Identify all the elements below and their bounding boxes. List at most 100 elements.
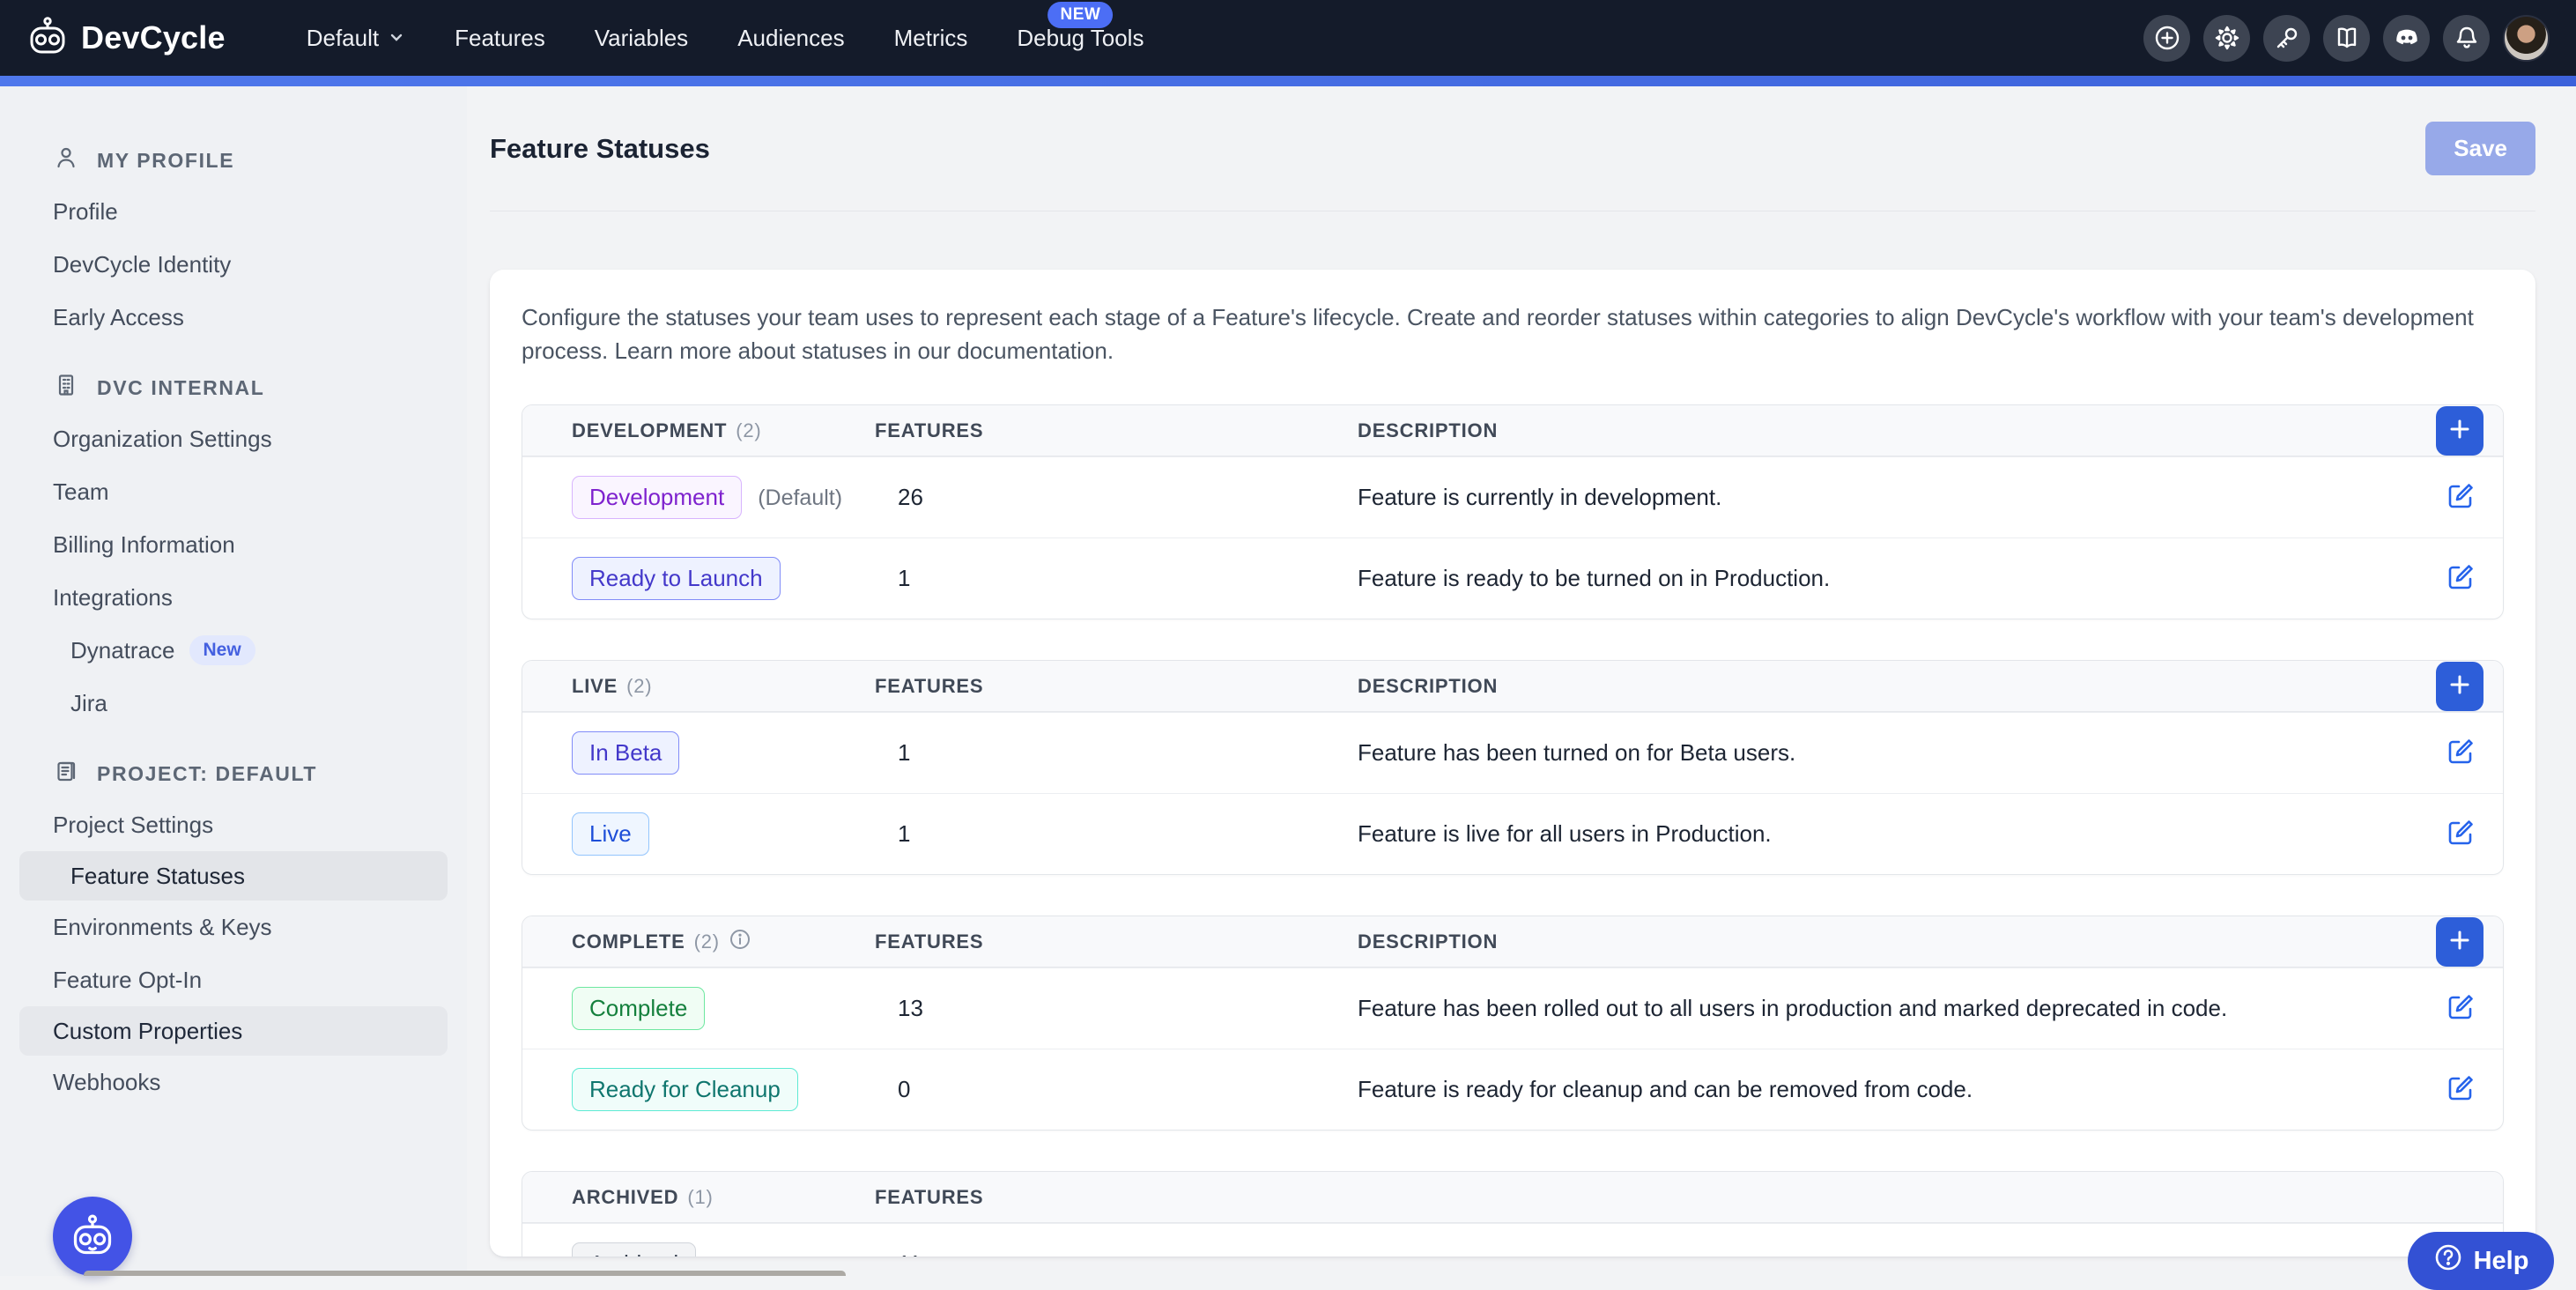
status-badge: In Beta xyxy=(572,731,679,775)
discord-icon xyxy=(2392,23,2422,53)
sidebar-item-dynatrace[interactable]: Dynatrace New xyxy=(0,624,467,677)
sidebar-section-my-profile: MY PROFILE xyxy=(0,136,467,185)
clipboard-icon xyxy=(53,758,79,790)
sidebar-item-integrations[interactable]: Integrations xyxy=(0,571,467,624)
create-button[interactable] xyxy=(2143,15,2190,62)
edit-pencil-icon xyxy=(2443,734,2478,772)
edit-status-button[interactable] xyxy=(2438,1065,2483,1114)
top-navbar: DevCycle Default Features Variables Audi… xyxy=(0,0,2576,76)
status-description: Feature is live for all users in Product… xyxy=(1358,820,2378,848)
nav-item-variables[interactable]: Variables xyxy=(570,0,713,76)
section-title: ARCHIVED(1) xyxy=(572,1186,875,1209)
status-description: Feature has been turned on for Beta user… xyxy=(1358,739,2378,767)
sidebar-item-early-access[interactable]: Early Access xyxy=(0,291,467,344)
notifications-button[interactable] xyxy=(2443,15,2490,62)
section-title: COMPLETE(2) xyxy=(572,928,875,956)
accent-strip xyxy=(0,76,2576,86)
main-content: Feature Statuses Save Configure the stat… xyxy=(467,86,2576,1276)
sidebar-item-feature-opt-in[interactable]: Feature Opt-In xyxy=(0,953,467,1006)
sidebar-section-dvc-internal: DVC INTERNAL xyxy=(0,363,467,412)
feature-count: 13 xyxy=(875,995,1358,1022)
sidebar-item-feature-statuses[interactable]: Feature Statuses xyxy=(19,851,448,901)
navbar-actions xyxy=(2143,15,2550,62)
devcycle-assistant-button[interactable] xyxy=(53,1197,132,1276)
add-status-button[interactable] xyxy=(2436,662,2483,711)
sidebar-item-environments-keys[interactable]: Environments & Keys xyxy=(0,901,467,953)
feature-count: 1 xyxy=(875,739,1358,767)
gear-icon xyxy=(2213,24,2241,52)
sidebar-item-devcycle-identity[interactable]: DevCycle Identity xyxy=(0,238,467,291)
status-badge: Live xyxy=(572,812,649,856)
plus-circle-icon xyxy=(2153,24,2181,52)
status-row: Archived 11 xyxy=(522,1223,2503,1257)
docs-book-icon xyxy=(2333,24,2361,52)
logo-text: DevCycle xyxy=(81,19,226,56)
edit-status-button[interactable] xyxy=(2438,473,2483,522)
devcycle-logo[interactable]: DevCycle xyxy=(26,15,226,62)
feature-count: 1 xyxy=(875,565,1358,592)
help-button[interactable]: Help xyxy=(2408,1232,2554,1290)
plus-icon xyxy=(2447,928,2472,955)
edit-pencil-icon xyxy=(2443,478,2478,516)
info-icon[interactable] xyxy=(729,928,751,956)
sidebar-item-profile[interactable]: Profile xyxy=(0,185,467,238)
edit-status-button[interactable] xyxy=(2438,729,2483,777)
edit-status-button[interactable] xyxy=(2438,554,2483,603)
edit-pencil-icon xyxy=(2443,560,2478,597)
status-section-complete: COMPLETE(2) FEATURES DESCRIPTION Complet… xyxy=(522,916,2504,1131)
devcycle-robot-icon xyxy=(70,1212,115,1261)
sidebar-item-billing-information[interactable]: Billing Information xyxy=(0,518,467,571)
sidebar-item-organization-settings[interactable]: Organization Settings xyxy=(0,412,467,465)
edit-pencil-icon xyxy=(2443,815,2478,853)
intro-text: Configure the statuses your team uses to… xyxy=(522,301,2504,367)
sidebar-item-webhooks[interactable]: Webhooks xyxy=(0,1056,467,1108)
edit-pencil-icon xyxy=(2443,990,2478,1027)
settings-sidebar: MY PROFILE Profile DevCycle Identity Ear… xyxy=(0,86,467,1276)
nav-item-features[interactable]: Features xyxy=(430,0,570,76)
sidebar-item-custom-properties[interactable]: Custom Properties xyxy=(19,1006,448,1056)
workspace-dropdown[interactable]: Default xyxy=(282,0,430,76)
dynatrace-new-badge: New xyxy=(189,635,255,665)
section-title: LIVE(2) xyxy=(572,675,875,698)
settings-button[interactable] xyxy=(2203,15,2250,62)
edit-status-button[interactable] xyxy=(2438,984,2483,1033)
status-badge: Development xyxy=(572,476,742,519)
chevron-down-icon xyxy=(388,25,405,52)
status-bar-edge xyxy=(84,1271,846,1276)
key-icon xyxy=(2273,24,2301,52)
features-column-header: FEATURES xyxy=(875,675,1358,698)
status-section-development: DEVELOPMENT(2) FEATURES DESCRIPTION Deve… xyxy=(522,404,2504,619)
status-description: Feature is ready to be turned on in Prod… xyxy=(1358,565,2378,592)
nav-item-debug-tools[interactable]: NEW Debug Tools xyxy=(992,0,1168,76)
nav-item-metrics[interactable]: Metrics xyxy=(870,0,993,76)
sidebar-item-project-settings[interactable]: Project Settings xyxy=(0,798,467,851)
feature-count: 11 xyxy=(875,1250,1358,1257)
sidebar-item-team[interactable]: Team xyxy=(0,465,467,518)
api-keys-button[interactable] xyxy=(2263,15,2310,62)
status-row: Ready to Launch 1 Feature is ready to be… xyxy=(522,538,2503,619)
page-title: Feature Statuses xyxy=(490,133,710,165)
edit-status-button[interactable] xyxy=(2438,810,2483,858)
add-status-button[interactable] xyxy=(2436,406,2483,456)
status-row: Complete 13 Feature has been rolled out … xyxy=(522,968,2503,1049)
description-column-header: DESCRIPTION xyxy=(1358,419,2378,442)
bell-icon xyxy=(2453,24,2481,52)
discord-button[interactable] xyxy=(2383,15,2430,62)
sidebar-item-jira[interactable]: Jira xyxy=(0,677,467,730)
new-badge: NEW xyxy=(1048,2,1114,28)
features-column-header: FEATURES xyxy=(875,930,1358,953)
status-section-live: LIVE(2) FEATURES DESCRIPTION In Beta 1 F… xyxy=(522,660,2504,875)
status-badge: Ready for Cleanup xyxy=(572,1068,798,1111)
documentation-button[interactable] xyxy=(2323,15,2370,62)
nav-item-audiences[interactable]: Audiences xyxy=(713,0,869,76)
description-column-header: DESCRIPTION xyxy=(1358,930,2378,953)
add-status-button[interactable] xyxy=(2436,917,2483,967)
avatar[interactable] xyxy=(2503,15,2550,62)
status-description: Feature is ready for cleanup and can be … xyxy=(1358,1076,2378,1103)
plus-icon xyxy=(2447,672,2472,700)
status-row: Live 1 Feature is live for all users in … xyxy=(522,793,2503,874)
save-button[interactable]: Save xyxy=(2425,122,2535,175)
sidebar-section-project-default: PROJECT: DEFAULT xyxy=(0,749,467,798)
status-row: Development(Default) 26 Feature is curre… xyxy=(522,456,2503,538)
section-title: DEVELOPMENT(2) xyxy=(572,419,875,442)
